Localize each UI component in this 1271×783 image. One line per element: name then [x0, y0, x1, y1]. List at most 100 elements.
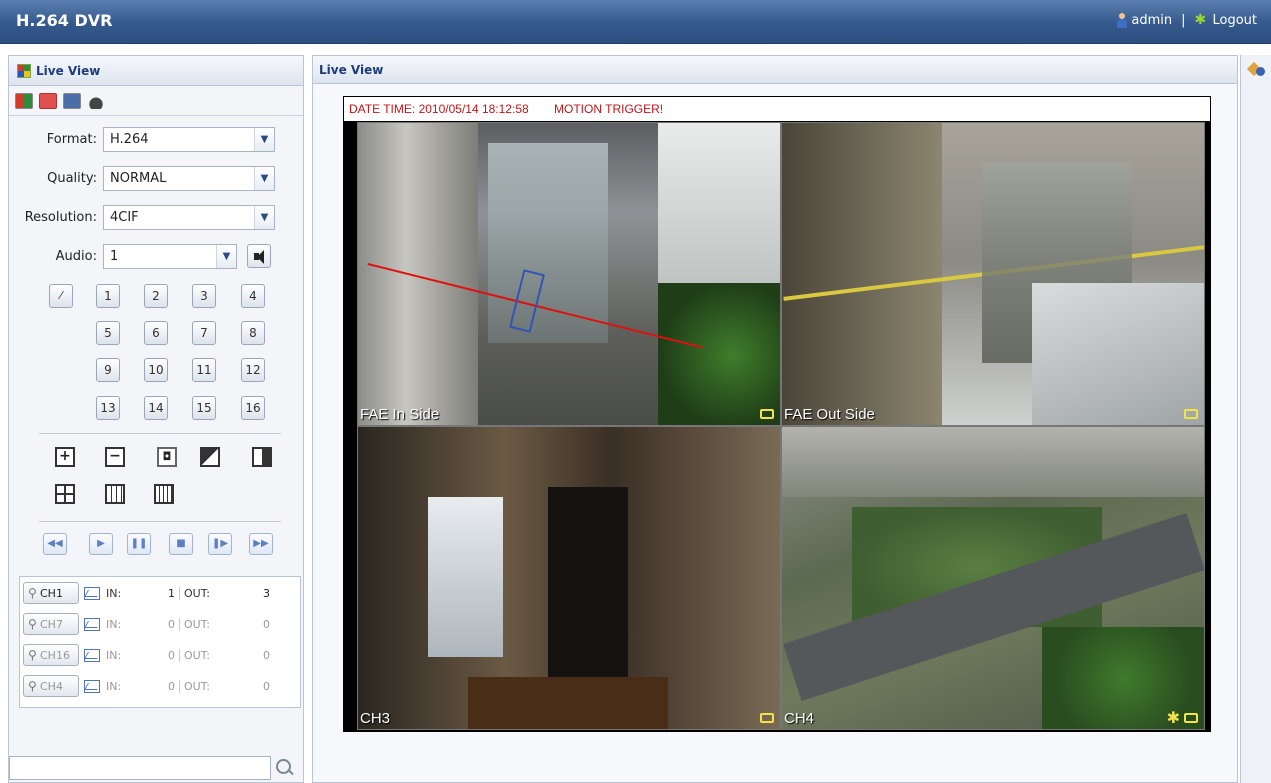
user-area: admin | ✱ Logout [1117, 13, 1257, 28]
speaker-icon[interactable] [247, 244, 271, 268]
nine-view-icon[interactable] [105, 484, 125, 504]
format-select[interactable]: H.264 ▼ [103, 126, 275, 152]
audio-label: Audio: [55, 248, 97, 264]
pip-icon[interactable] [200, 447, 220, 467]
datetime-text: DATE TIME: 2010/05/14 18:12:58 [349, 102, 529, 116]
snapshot-icon[interactable]: ◘ [157, 447, 177, 467]
right-edge-panel [1240, 55, 1271, 783]
in-value: 0 [136, 648, 180, 662]
search-input[interactable] [9, 756, 271, 780]
running-man-icon[interactable]: ✱ [1194, 13, 1208, 28]
zoom-out-icon[interactable]: − [105, 447, 125, 467]
channel-button-16[interactable]: 16 [241, 396, 265, 420]
graph-icon [84, 679, 100, 693]
chevron-down-icon[interactable]: ▼ [254, 166, 274, 190]
sixteen-view-icon[interactable] [154, 484, 174, 504]
chevron-down-icon[interactable]: ▼ [216, 244, 236, 268]
channel-button-11[interactable]: 11 [192, 358, 216, 382]
in-label: IN: [106, 586, 122, 600]
in-value: 1 [136, 586, 180, 600]
channel-button-6[interactable]: 6 [144, 321, 168, 345]
alarm-row: ⚲ CH4 IN: 0 OUT: 0 [20, 673, 302, 699]
camera-record-icon [760, 409, 774, 419]
channel-alarm-button[interactable]: ⚲ CH1 [23, 582, 79, 604]
channel-alarm-button[interactable]: ⚲ CH7 [23, 613, 79, 635]
channel-button-12[interactable]: 12 [241, 358, 265, 382]
plant-shape [658, 283, 780, 425]
quad-view-icon[interactable] [55, 484, 75, 504]
zoom-in-icon[interactable]: + [55, 447, 75, 467]
quality-select[interactable]: NORMAL ▼ [103, 165, 275, 191]
pause-icon[interactable]: ❚❚ [127, 533, 151, 555]
out-label: OUT: [184, 586, 210, 600]
username[interactable]: admin [1131, 13, 1172, 28]
chevron-down-icon[interactable]: ▼ [254, 127, 274, 151]
play-icon[interactable]: ▶ [89, 533, 113, 555]
channel-button-7[interactable]: 7 [192, 321, 216, 345]
in-label: IN: [106, 617, 122, 631]
camera-view-3[interactable]: CH3 [357, 426, 781, 730]
in-label: IN: [106, 679, 122, 693]
left-panel-title: Live View [36, 63, 101, 78]
camera-view-2[interactable]: FAE Out Side [781, 122, 1205, 426]
channel-button-4[interactable]: 4 [241, 284, 265, 308]
main-panel-title: Live View [319, 62, 384, 77]
audio-value: 1 [110, 248, 119, 264]
alarm-channel: CH4 [40, 680, 63, 693]
channel-sequence-button[interactable]: ⁄ [49, 284, 73, 308]
channel-button-8[interactable]: 8 [241, 321, 265, 345]
format-value: H.264 [110, 131, 149, 147]
channel-button-1[interactable]: 1 [96, 284, 120, 308]
stop-icon[interactable]: ■ [169, 533, 193, 555]
resolution-select[interactable]: 4CIF ▼ [103, 204, 275, 230]
table-shape [468, 677, 668, 729]
fast-forward-icon[interactable]: ▶▶ [249, 533, 273, 555]
graph-icon [84, 586, 100, 600]
channel-button-14[interactable]: 14 [144, 396, 168, 420]
channel-button-15[interactable]: 15 [192, 396, 216, 420]
channel-button-2[interactable]: 2 [144, 284, 168, 308]
audio-row: Audio: 1 ▼ [9, 243, 305, 269]
in-label: IN: [106, 648, 122, 662]
camera-view-1[interactable]: FAE In Side [357, 122, 781, 426]
buildings-shape [782, 427, 1204, 497]
slow-play-icon[interactable]: ❚▶ [208, 533, 232, 555]
graph-icon [84, 617, 100, 631]
wrench-icon[interactable] [1249, 61, 1265, 77]
app-title: H.264 DVR [16, 11, 113, 30]
ptz-camera-icon[interactable] [87, 92, 105, 109]
remote-record-icon[interactable] [39, 92, 57, 109]
camera-label: CH4 [784, 710, 815, 727]
railing-shape [1032, 283, 1204, 425]
logout-link[interactable]: Logout [1212, 13, 1257, 28]
live-video-viewer[interactable]: DATE TIME: 2010/05/14 18:12:58 MOTION TR… [343, 96, 1211, 732]
trees-shape [1042, 627, 1204, 729]
person-icon [1117, 13, 1128, 28]
main-panel-header: Live View [313, 56, 1237, 84]
camera-view-4[interactable]: CH4 ✱ [781, 426, 1205, 730]
info-bar: DATE TIME: 2010/05/14 18:12:58 MOTION TR… [343, 96, 1211, 122]
channel-alarm-button[interactable]: ⚲ CH4 [23, 675, 79, 697]
live-view-tool-icon[interactable] [15, 92, 33, 109]
chevron-down-icon[interactable]: ▼ [254, 205, 274, 229]
popup-icon[interactable] [252, 447, 272, 467]
channel-button-3[interactable]: 3 [192, 284, 216, 308]
separator: | [1181, 13, 1186, 28]
audio-select[interactable]: 1 ▼ [103, 243, 237, 269]
channel-button-5[interactable]: 5 [96, 321, 120, 345]
search-icon[interactable] [273, 757, 295, 779]
in-value: 0 [136, 679, 180, 693]
alarm-channel: CH16 [40, 649, 70, 662]
playback-icon[interactable] [63, 92, 81, 109]
in-value: 0 [136, 617, 180, 631]
channel-alarm-button[interactable]: ⚲ CH16 [23, 644, 79, 666]
channel-button-13[interactable]: 13 [96, 396, 120, 420]
channel-button-10[interactable]: 10 [144, 358, 168, 382]
graph-icon [84, 648, 100, 662]
camera-label: CH3 [360, 710, 391, 727]
channel-button-9[interactable]: 9 [96, 358, 120, 382]
motion-trigger-text: MOTION TRIGGER! [554, 102, 664, 116]
projector-screen-shape [428, 497, 503, 657]
rewind-icon[interactable]: ◀◀ [43, 533, 67, 555]
glass-door-shape [488, 143, 608, 343]
